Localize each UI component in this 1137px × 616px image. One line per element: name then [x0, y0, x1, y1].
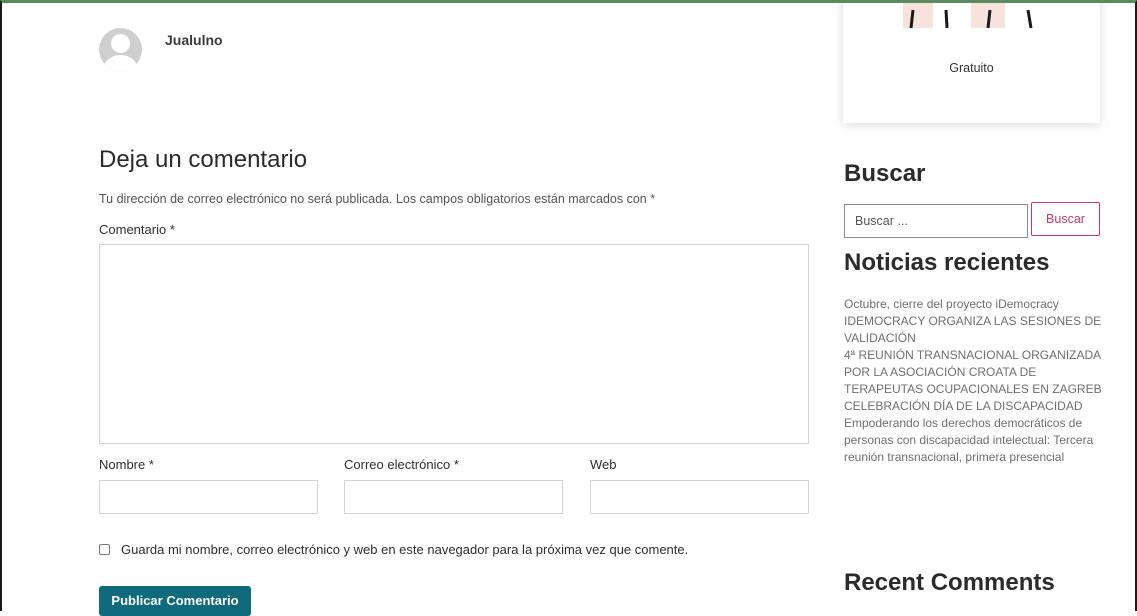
user-avatar-icon: [99, 28, 142, 71]
consent-checkbox[interactable]: [99, 544, 110, 555]
recent-news-list: Octubre, cierre del proyecto iDemocracy …: [844, 296, 1106, 466]
search-widget-title: Buscar: [844, 160, 926, 187]
news-link[interactable]: IDEMOCRACY ORGANIZA LAS SESIONES DE VALI…: [844, 313, 1106, 347]
news-link[interactable]: Octubre, cierre del proyecto iDemocracy: [844, 296, 1106, 313]
submit-comment-button[interactable]: Publicar Comentario: [99, 586, 251, 616]
illustration-image: [903, 0, 1033, 29]
consent-label: Guarda mi nombre, correo electrónico y w…: [121, 542, 689, 557]
web-label: Web: [590, 457, 617, 472]
comment-label: Comentario *: [99, 222, 175, 237]
web-field[interactable]: [590, 480, 809, 514]
email-label: Correo electrónico *: [344, 457, 459, 472]
news-link[interactable]: CELEBRACIÓN DÍA DE LA DISCAPACIDAD: [844, 398, 1106, 415]
search-input[interactable]: [844, 204, 1028, 238]
news-link[interactable]: Empoderando los derechos democráticos de…: [844, 415, 1106, 466]
comment-notes: Tu dirección de correo electrónico no se…: [99, 192, 656, 206]
recent-news-title: Noticias recientes: [844, 249, 1050, 276]
comment-form-title: Deja un comentario: [99, 146, 308, 173]
author-name: Jualulno: [165, 32, 223, 48]
sidebar-card[interactable]: Gratuito: [843, 0, 1100, 123]
recent-comments-title: Recent Comments: [844, 569, 1055, 596]
news-link[interactable]: 4ª REUNIÓN TRANSNACIONAL ORGANIZADA POR …: [844, 347, 1106, 398]
search-button[interactable]: Buscar: [1031, 202, 1100, 236]
email-field[interactable]: [344, 480, 563, 514]
name-field[interactable]: [99, 480, 318, 514]
name-label: Nombre *: [99, 457, 154, 472]
comment-textarea[interactable]: [99, 244, 809, 444]
card-label: Gratuito: [949, 61, 994, 75]
